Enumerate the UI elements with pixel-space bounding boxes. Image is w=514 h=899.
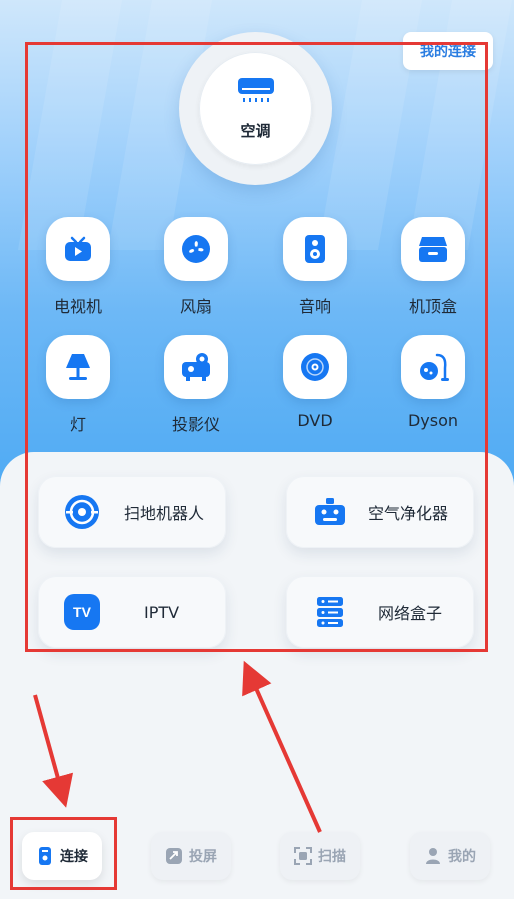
card-network-box[interactable]: 网络盒子 [286,576,474,648]
device-lamp[interactable]: 灯 [33,335,123,435]
nav-label: 我的 [448,849,476,865]
scan-icon [294,847,312,865]
air-purifier-icon [312,494,348,530]
device-label: 电视机 [53,297,102,316]
card-label: 空气净化器 [368,504,449,523]
nav-scan[interactable]: 扫描 [280,832,360,880]
device-label: 音响 [298,297,331,316]
nav-label: 扫描 [318,849,346,865]
card-label: 网络盒子 [378,604,443,623]
screen-cast-icon [165,847,183,865]
projector-icon [164,335,228,399]
fan-icon [164,217,228,281]
nav-connect[interactable]: 连接 [22,832,102,880]
air-conditioner-icon [237,76,275,110]
user-icon [424,847,442,865]
device-projector[interactable]: 投影仪 [151,335,241,435]
device-tv[interactable]: 电视机 [33,217,123,317]
air-conditioner-label: 空调 [240,122,271,140]
remote-icon [36,847,54,865]
air-conditioner-button[interactable]: 空调 [179,32,332,185]
device-dvd[interactable]: DVD [270,335,360,430]
device-label: 投影仪 [171,415,220,434]
speaker-icon [283,217,347,281]
device-label: 风扇 [179,297,212,316]
my-connection-button[interactable]: 我的连接 [403,32,493,70]
device-dyson[interactable]: Dyson [388,335,478,430]
card-robot-vacuum[interactable]: 扫地机器人 [38,476,226,548]
set-top-box-icon [401,217,465,281]
device-label: 机顶盒 [408,297,457,316]
dvd-icon [283,335,347,399]
nav-profile[interactable]: 我的 [410,832,490,880]
card-iptv[interactable]: TV IPTV [38,576,226,648]
air-conditioner-inner: 空调 [199,52,312,165]
tv-icon [46,217,110,281]
device-label: DVD [297,411,333,430]
nav-label: 投屏 [189,849,217,865]
device-speaker[interactable]: 音响 [270,217,360,317]
network-box-icon [312,594,348,630]
card-air-purifier[interactable]: 空气净化器 [286,476,474,548]
card-label: IPTV [144,602,180,622]
iptv-badge: TV [64,594,100,630]
nav-label: 连接 [60,849,88,865]
device-fan[interactable]: 风扇 [151,217,241,317]
lamp-icon [46,335,110,399]
device-set-top-box[interactable]: 机顶盒 [388,217,478,317]
card-label: 扫地机器人 [124,504,205,523]
device-label: Dyson [407,411,459,430]
robot-vacuum-icon [64,494,100,530]
vacuum-icon [401,335,465,399]
device-label: 灯 [69,415,86,434]
iptv-icon: TV [64,594,100,630]
nav-screen-cast[interactable]: 投屏 [151,832,231,880]
